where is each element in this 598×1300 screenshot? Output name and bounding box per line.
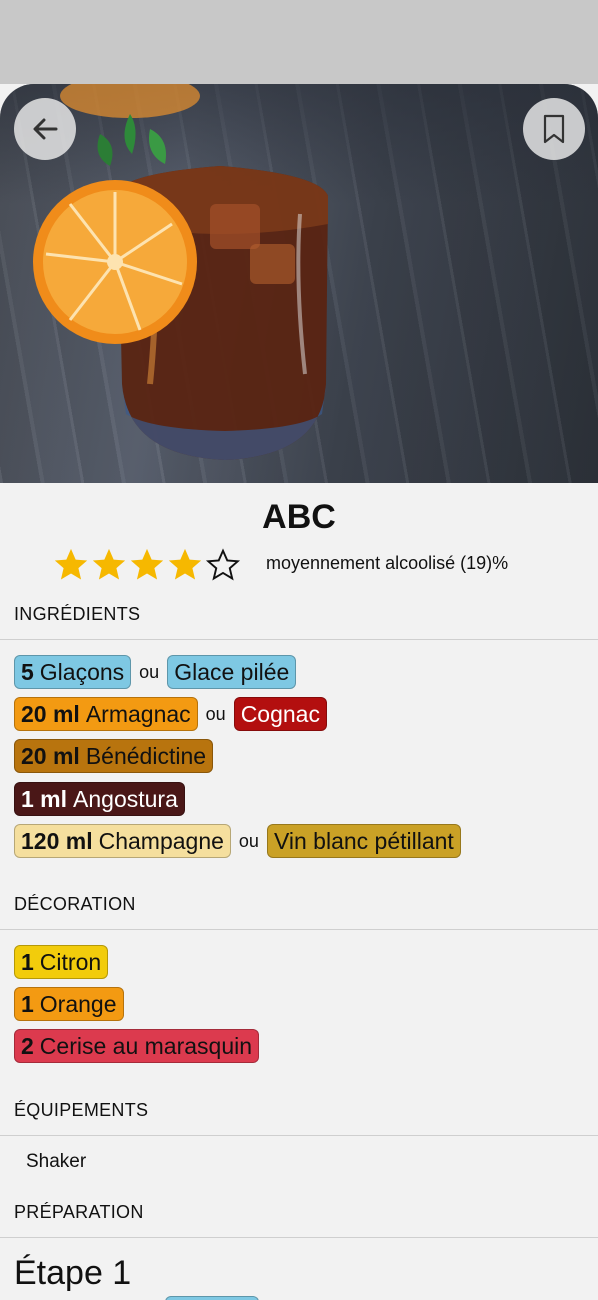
alternative-chip[interactable]: Glace pilée [167, 655, 297, 689]
divider [0, 1237, 598, 1238]
cocktail-title: ABC [262, 498, 336, 536]
ingredient-chip[interactable]: 20 ml Armagnac [14, 697, 198, 731]
star-outline-icon [205, 548, 241, 581]
decoration-chip[interactable]: 1 Citron [14, 945, 109, 979]
star-filled-icon [92, 548, 126, 580]
equipment-heading: ÉQUIPEMENTS [14, 1100, 149, 1120]
decoration-chip[interactable]: 2 Cerise au marasquin [14, 1029, 260, 1063]
cocktail-photo [0, 84, 598, 483]
equipment-item: Shaker [26, 1151, 87, 1172]
preparation-heading: PRÉPARATION [14, 1202, 144, 1222]
decoration-row: 1 Orange [14, 987, 124, 1021]
or-label: ou [238, 830, 259, 851]
alternative-chip[interactable]: Cognac [233, 697, 327, 731]
star-filled-icon [54, 548, 88, 580]
step-title: Étape 1 [14, 1254, 132, 1292]
decoration-row: 1 Citron [14, 945, 109, 979]
status-area [0, 0, 598, 84]
alcohol-level-text: moyennement alcoolisé (19)% [266, 553, 509, 573]
divider [0, 929, 598, 930]
ingredient-chip[interactable]: 120 ml Champagne [14, 824, 231, 858]
ingredient-row: 1 ml Angostura [14, 782, 185, 816]
decoration-chip[interactable]: 1 Orange [14, 987, 124, 1021]
ingredient-chip[interactable]: 1 ml Angostura [14, 782, 185, 816]
bookmark-button[interactable] [523, 98, 585, 160]
decoration-heading: DÉCORATION [14, 894, 136, 914]
ingredients-heading: INGRÉDIENTS [14, 604, 141, 624]
back-button[interactable] [14, 98, 76, 160]
or-label: ou [139, 661, 160, 682]
step-ingredient-chip-partial[interactable] [165, 1296, 259, 1300]
arrow-left-icon [33, 118, 58, 140]
ingredient-chip[interactable]: 20 ml Bénédictine [14, 739, 214, 773]
divider [0, 639, 598, 640]
ingredient-row: 20 ml Bénédictine [14, 739, 214, 773]
bookmark-icon [543, 114, 565, 144]
cocktail-glass-illustration [33, 84, 328, 460]
decoration-row: 2 Cerise au marasquin [14, 1029, 260, 1063]
star-filled-icon [168, 548, 202, 580]
rating-stars [52, 546, 242, 584]
ingredient-row: 120 ml Champagne ou Vin blanc pétillant [14, 824, 461, 858]
ingredient-row: 20 ml Armagnac ou Cognac [14, 697, 327, 731]
star-filled-icon [130, 548, 164, 580]
alternative-chip[interactable]: Vin blanc pétillant [266, 824, 461, 858]
ingredient-row: 5 Glaçons ou Glace pilée [14, 655, 297, 689]
ingredient-chip[interactable]: 5 Glaçons [14, 655, 132, 689]
or-label: ou [205, 703, 226, 724]
divider [0, 1135, 598, 1136]
